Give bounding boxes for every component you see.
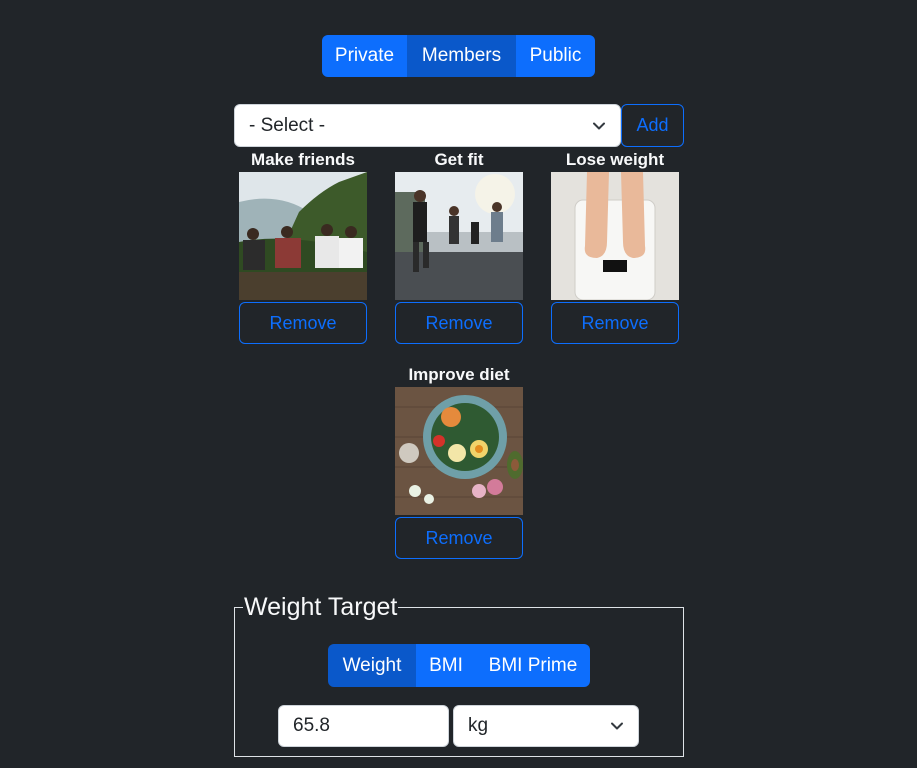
- goal-image-healthy-food: [395, 387, 523, 515]
- goal-image-friends-on-hill: [239, 172, 367, 300]
- mode-bmi-prime-button[interactable]: BMI Prime: [476, 644, 590, 687]
- remove-goal-button[interactable]: Remove: [239, 302, 367, 344]
- privacy-members-button[interactable]: Members: [407, 35, 516, 77]
- privacy-public-button[interactable]: Public: [516, 35, 595, 77]
- mode-weight-button[interactable]: Weight: [328, 644, 416, 687]
- remove-goal-button[interactable]: Remove: [395, 302, 523, 344]
- privacy-toggle: Private Members Public: [322, 35, 595, 77]
- weight-target-legend: Weight Target: [244, 593, 398, 621]
- chevron-down-icon: [593, 122, 605, 129]
- unit-select[interactable]: kg: [453, 705, 639, 747]
- mode-bmi-button[interactable]: BMI: [416, 644, 476, 687]
- goal-image-bathroom-scale: [551, 172, 679, 300]
- goal-title: Lose weight: [565, 150, 665, 169]
- unit-select-value: kg: [468, 715, 489, 736]
- goal-title: Improve diet: [408, 365, 510, 384]
- remove-goal-button[interactable]: Remove: [395, 517, 523, 559]
- chevron-down-icon: [611, 722, 623, 730]
- weight-mode-toggle: Weight BMI BMI Prime: [328, 644, 590, 687]
- goal-image-runners: [395, 172, 523, 300]
- add-goal-button[interactable]: Add: [621, 104, 684, 147]
- target-weight-value: 65.8: [293, 715, 330, 736]
- privacy-private-button[interactable]: Private: [322, 35, 407, 77]
- target-weight-input[interactable]: 65.8: [278, 705, 449, 747]
- goal-select-value: - Select -: [249, 114, 326, 136]
- remove-goal-button[interactable]: Remove: [551, 302, 679, 344]
- goal-select[interactable]: - Select -: [234, 104, 621, 147]
